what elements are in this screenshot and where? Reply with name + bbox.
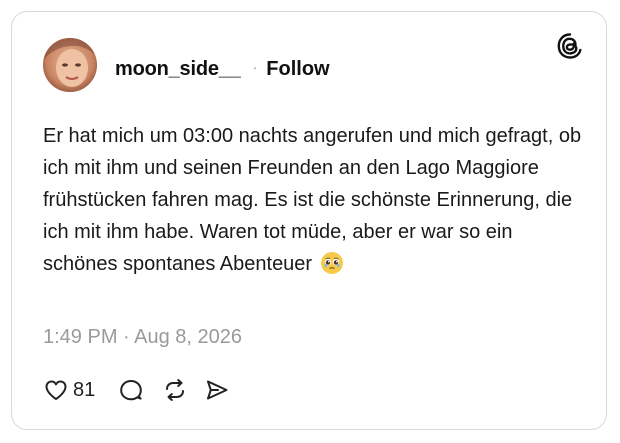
avatar[interactable] (43, 38, 97, 92)
post-timestamp[interactable]: 1:49 PM · Aug 8, 2026 (43, 326, 242, 349)
threads-logo-icon[interactable] (555, 31, 585, 61)
share-button[interactable] (204, 377, 230, 403)
post-header: moon_side__ · Follow (115, 57, 330, 81)
heart-icon (45, 380, 67, 400)
post-text: Er hat mich um 03:00 nachts angerufen un… (43, 120, 583, 280)
comment-button[interactable] (118, 377, 144, 403)
repost-icon (166, 379, 185, 401)
username[interactable]: moon_side__ (115, 58, 241, 81)
share-icon (207, 380, 228, 400)
follow-button[interactable]: Follow (266, 58, 329, 81)
teary-face-emoji-icon (320, 252, 343, 274)
like-count: 81 (73, 378, 96, 401)
action-bar: 81 (43, 376, 230, 404)
post-card: moon_side__ · Follow Er hat mich um 03:0… (11, 11, 607, 430)
like-button[interactable]: 81 (43, 377, 95, 403)
comment-icon (120, 380, 143, 401)
post-body: Er hat mich um 03:00 nachts angerufen un… (43, 125, 582, 275)
separator-dot: · (252, 59, 258, 75)
repost-button[interactable] (162, 377, 188, 403)
